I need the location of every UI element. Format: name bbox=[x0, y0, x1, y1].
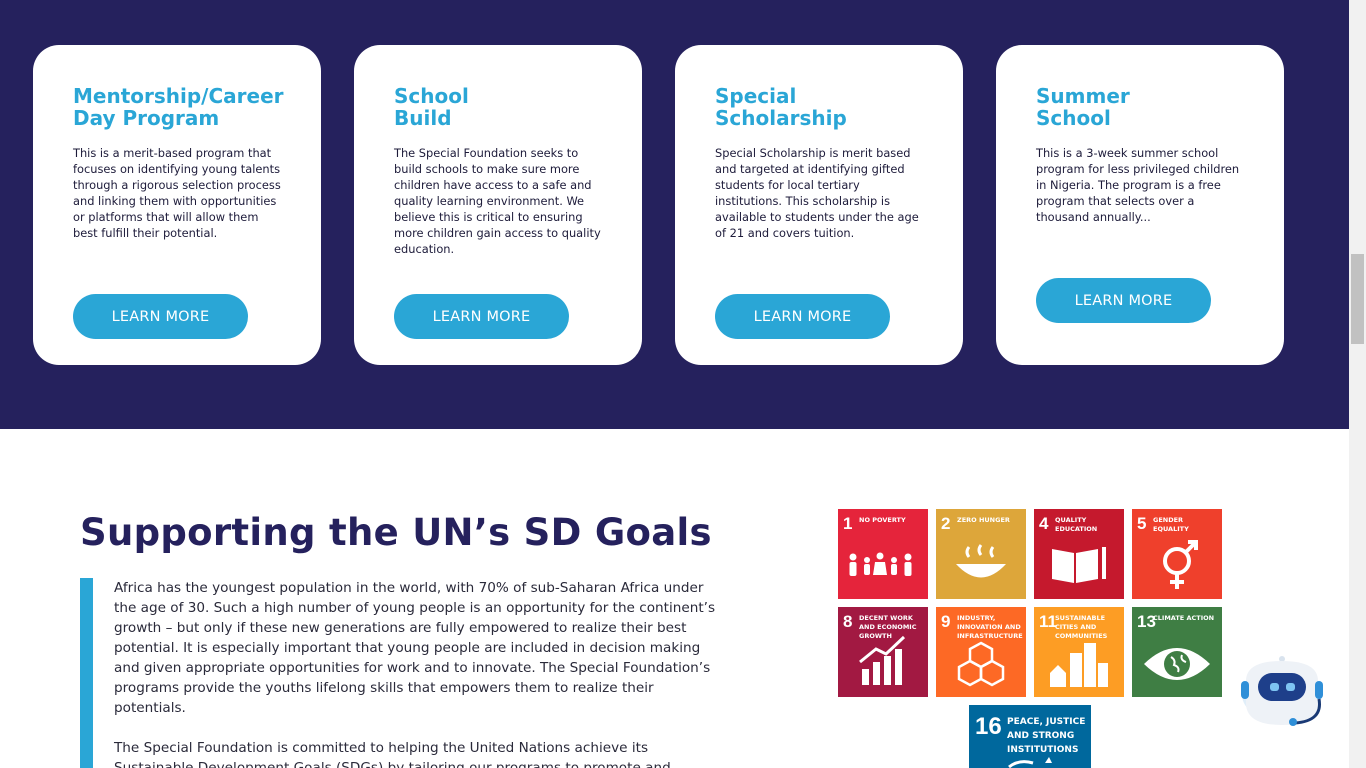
book-icon bbox=[1052, 547, 1106, 583]
family-icon bbox=[849, 552, 912, 576]
program-card-special-scholarship: Special Scholarship Special Scholarship … bbox=[675, 45, 963, 365]
learn-more-button[interactable]: LEARN MORE bbox=[73, 294, 248, 339]
sdg-paragraph: The Special Foundation is committed to h… bbox=[114, 740, 671, 768]
program-title: Mentorship/Career Day Program bbox=[73, 84, 284, 130]
learn-more-button[interactable]: LEARN MORE bbox=[394, 294, 569, 339]
eye-globe-icon bbox=[1144, 648, 1210, 680]
scrollbar[interactable] bbox=[1349, 0, 1366, 768]
chatbot-button[interactable] bbox=[1240, 655, 1324, 730]
program-title: School Build bbox=[394, 84, 469, 130]
learn-more-button[interactable]: LEARN MORE bbox=[715, 294, 890, 339]
program-description: This is a 3-week summer school program f… bbox=[1036, 146, 1240, 224]
sdg-goal-2-tile[interactable]: 2 ZERO HUNGER bbox=[936, 509, 1026, 599]
bowl-icon bbox=[956, 544, 1006, 578]
cubes-icon bbox=[957, 641, 1005, 687]
sdg-goal-11-tile[interactable]: 11 SUSTAINABLE CITIES AND COMMUNITIES bbox=[1034, 607, 1124, 697]
city-icon bbox=[1050, 643, 1108, 687]
program-card-mentorship: Mentorship/Career Day Program This is a … bbox=[33, 45, 321, 365]
program-description: Special Scholarship is merit based and t… bbox=[715, 146, 919, 240]
sdg-section-title: Supporting the UN’s SD Goals bbox=[80, 511, 712, 554]
program-card-school-build: School Build The Special Foundation seek… bbox=[354, 45, 642, 365]
sdg-goal-9-tile[interactable]: 9 INDUSTRY, INNOVATION AND INFRASTRUCTUR… bbox=[936, 607, 1026, 697]
sdg-goal-1-tile[interactable]: 1 NO POVERTY bbox=[838, 509, 928, 599]
sdg-goal-13-tile[interactable]: 13 CLIMATE ACTION bbox=[1132, 607, 1222, 697]
sdg-paragraph: Africa has the youngest population in th… bbox=[114, 580, 716, 716]
growth-chart-icon bbox=[859, 635, 906, 685]
dove-icon bbox=[1008, 757, 1052, 768]
program-description: This is a merit-based program that focus… bbox=[73, 146, 281, 240]
program-description: The Special Foundation seeks to build sc… bbox=[394, 146, 601, 256]
sdg-section: Supporting the UN’s SD Goals Africa has … bbox=[0, 429, 1349, 768]
sdg-goal-8-tile[interactable]: 8 DECENT WORK AND ECONOMIC GROWTH bbox=[838, 607, 928, 697]
program-title: Summer School bbox=[1036, 84, 1130, 130]
sdg-goal-4-tile[interactable]: 4 QUALITY EDUCATION bbox=[1034, 509, 1124, 599]
chatbot-icon bbox=[1241, 656, 1323, 726]
page: Mentorship/Career Day Program This is a … bbox=[0, 0, 1349, 768]
sdg-goal-5-tile[interactable]: 5 GENDER EQUALITY bbox=[1132, 509, 1222, 599]
scrollbar-thumb[interactable] bbox=[1351, 254, 1364, 344]
quote-accent-bar bbox=[80, 578, 93, 768]
programs-section: Mentorship/Career Day Program This is a … bbox=[0, 0, 1349, 429]
program-card-summer-school: Summer School This is a 3-week summer sc… bbox=[996, 45, 1284, 365]
sdg-goal-16-tile[interactable]: 16 PEACE, JUSTICE AND STRONG INSTITUTION… bbox=[969, 705, 1091, 768]
learn-more-button[interactable]: LEARN MORE bbox=[1036, 278, 1211, 323]
program-title: Special Scholarship bbox=[715, 84, 847, 130]
gender-icon bbox=[1163, 540, 1198, 589]
